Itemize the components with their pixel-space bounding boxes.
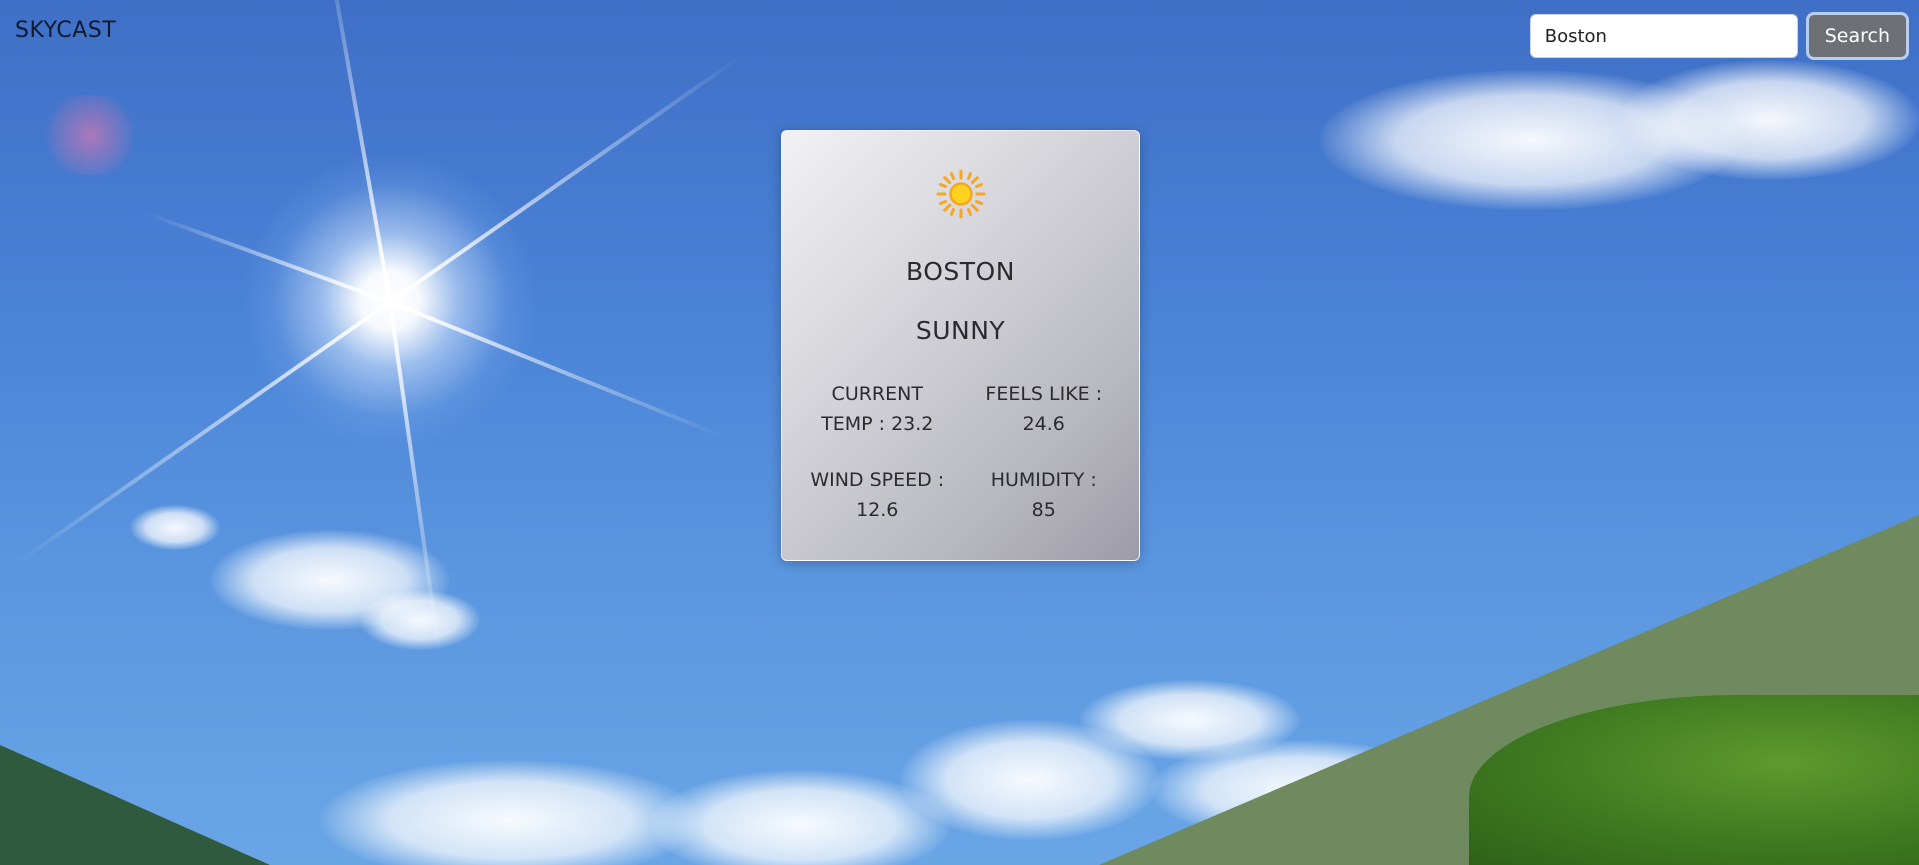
cloud: [1620, 60, 1919, 180]
search-input[interactable]: [1529, 14, 1798, 58]
sun-icon: [782, 169, 1139, 219]
background-scene: SKYCAST Search: [0, 0, 1919, 865]
wind-speed-label: WIND SPEED :: [810, 469, 945, 491]
feels-like-value: 24.6: [1022, 413, 1065, 435]
brand-logo[interactable]: SKYCAST: [15, 18, 116, 43]
weather-stats: CURRENT TEMP : 23.2 FEELS LIKE : 24.6 WI…: [782, 379, 1139, 525]
city-name: BOSTON: [906, 257, 1015, 286]
current-temp-label: CURRENT: [831, 383, 923, 405]
current-temp-value: TEMP : 23.2: [821, 413, 934, 435]
search-button[interactable]: Search: [1805, 12, 1909, 60]
cloud: [130, 505, 220, 550]
weather-condition: SUNNY: [915, 316, 1006, 345]
weather-card: BOSTON SUNNY CURRENT TEMP : 23.2 FEELS L…: [781, 130, 1140, 561]
humidity-label: HUMIDITY :: [990, 469, 1097, 491]
feels-like-label: FEELS LIKE :: [985, 383, 1103, 405]
search-bar: Search: [1529, 12, 1909, 60]
humidity-value: 85: [1031, 499, 1056, 521]
wind-speed-stat: WIND SPEED : 12.6: [794, 465, 961, 525]
humidity-stat: HUMIDITY : 85: [961, 465, 1128, 525]
wind-speed-value: 12.6: [856, 499, 899, 521]
lens-flare: [45, 95, 135, 175]
cloud: [360, 590, 480, 650]
current-temp-stat: CURRENT TEMP : 23.2: [794, 379, 961, 439]
cloud: [320, 760, 700, 865]
feels-like-stat: FEELS LIKE : 24.6: [961, 379, 1128, 439]
mountain-left: [0, 745, 270, 865]
